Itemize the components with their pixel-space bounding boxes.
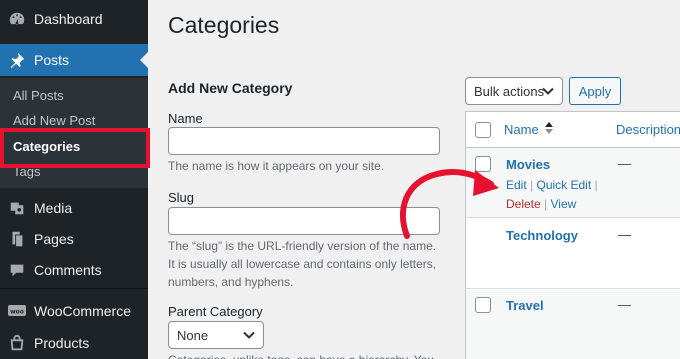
svg-text:woo: woo xyxy=(10,309,24,316)
menu-item-pages[interactable]: Pages xyxy=(0,223,148,255)
select-all-checkbox[interactable] xyxy=(475,122,491,138)
menu-label-comments: Comments xyxy=(34,262,102,278)
table-header: Name Description xyxy=(466,112,680,148)
parent-category-value: None xyxy=(177,327,209,343)
name-input[interactable] xyxy=(168,127,440,155)
bulk-actions-select[interactable]: Bulk actions xyxy=(465,77,563,105)
menu-item-posts[interactable]: Posts xyxy=(0,44,148,76)
parent-help-text: Categories, unlike tags, can have a hier… xyxy=(168,351,448,359)
menu-label-products: Products xyxy=(34,335,90,351)
row-checkbox[interactable] xyxy=(475,297,491,313)
quick-edit-link[interactable]: Quick Edit xyxy=(537,178,592,192)
menu-item-products[interactable]: Products xyxy=(0,327,148,359)
slug-help-line-3: numbers, and hyphens. xyxy=(168,275,294,289)
action-separator: | xyxy=(544,197,548,211)
menu-label-woocommerce: WooCommerce xyxy=(34,303,131,319)
comments-icon xyxy=(0,261,34,279)
sort-icon xyxy=(544,122,553,137)
category-name-link[interactable]: Movies xyxy=(506,157,550,172)
dashboard-icon xyxy=(0,10,34,28)
parent-category-label: Parent Category xyxy=(168,304,263,319)
pin-icon xyxy=(0,51,34,69)
column-name-header[interactable]: Name xyxy=(504,122,553,137)
menu-item-comments[interactable]: Comments xyxy=(0,254,148,286)
media-icon xyxy=(0,199,34,217)
view-link[interactable]: View xyxy=(551,197,577,211)
menu-item-media[interactable]: Media xyxy=(0,192,148,224)
category-description: — xyxy=(618,297,631,312)
categories-highlight-box xyxy=(0,128,150,168)
menu-item-dashboard[interactable]: Dashboard xyxy=(0,3,148,35)
apply-button[interactable]: Apply xyxy=(569,77,621,105)
action-separator: | xyxy=(594,178,598,192)
parent-category-select[interactable]: None xyxy=(168,321,264,349)
row-actions-line-2: Delete | View xyxy=(506,197,576,211)
menu-label-media: Media xyxy=(34,200,73,216)
column-name-label: Name xyxy=(504,122,539,137)
admin-sidebar: Dashboard Posts All Posts Add New Post C… xyxy=(0,0,150,359)
column-description-header[interactable]: Description xyxy=(616,122,680,137)
chevron-down-icon xyxy=(243,328,255,343)
table-row: Travel — xyxy=(466,290,680,359)
row-actions: Edit | Quick Edit | xyxy=(506,178,598,192)
name-label: Name xyxy=(168,111,203,126)
add-category-heading: Add New Category xyxy=(168,80,293,96)
category-description: — xyxy=(618,227,631,242)
action-separator: | xyxy=(530,178,534,192)
category-name-link[interactable]: Travel xyxy=(506,298,544,313)
category-name-link[interactable]: Technology xyxy=(506,228,578,243)
category-description: — xyxy=(618,156,631,171)
menu-label-posts: Posts xyxy=(34,52,70,68)
pages-icon xyxy=(0,230,34,248)
products-icon xyxy=(0,334,34,352)
page-title: Categories xyxy=(168,12,280,38)
menu-item-woocommerce[interactable]: woo WooCommerce xyxy=(0,295,148,327)
slug-label: Slug xyxy=(168,190,195,205)
submenu-add-new-post[interactable]: Add New Post xyxy=(13,113,95,128)
chevron-down-icon xyxy=(542,84,554,99)
menu-separator xyxy=(0,288,148,289)
woocommerce-icon: woo xyxy=(0,303,34,319)
menu-label-dashboard: Dashboard xyxy=(34,11,103,27)
slug-help-line-2: It is usually all lowercase and contains… xyxy=(168,257,437,271)
current-menu-arrow xyxy=(140,52,148,68)
submenu-all-posts[interactable]: All Posts xyxy=(13,88,64,103)
delete-link[interactable]: Delete xyxy=(506,197,541,211)
annotation-arrow-icon xyxy=(400,169,499,239)
menu-label-pages: Pages xyxy=(34,231,74,247)
bulk-actions-value: Bulk actions xyxy=(474,83,545,99)
edit-link[interactable]: Edit xyxy=(506,178,527,192)
